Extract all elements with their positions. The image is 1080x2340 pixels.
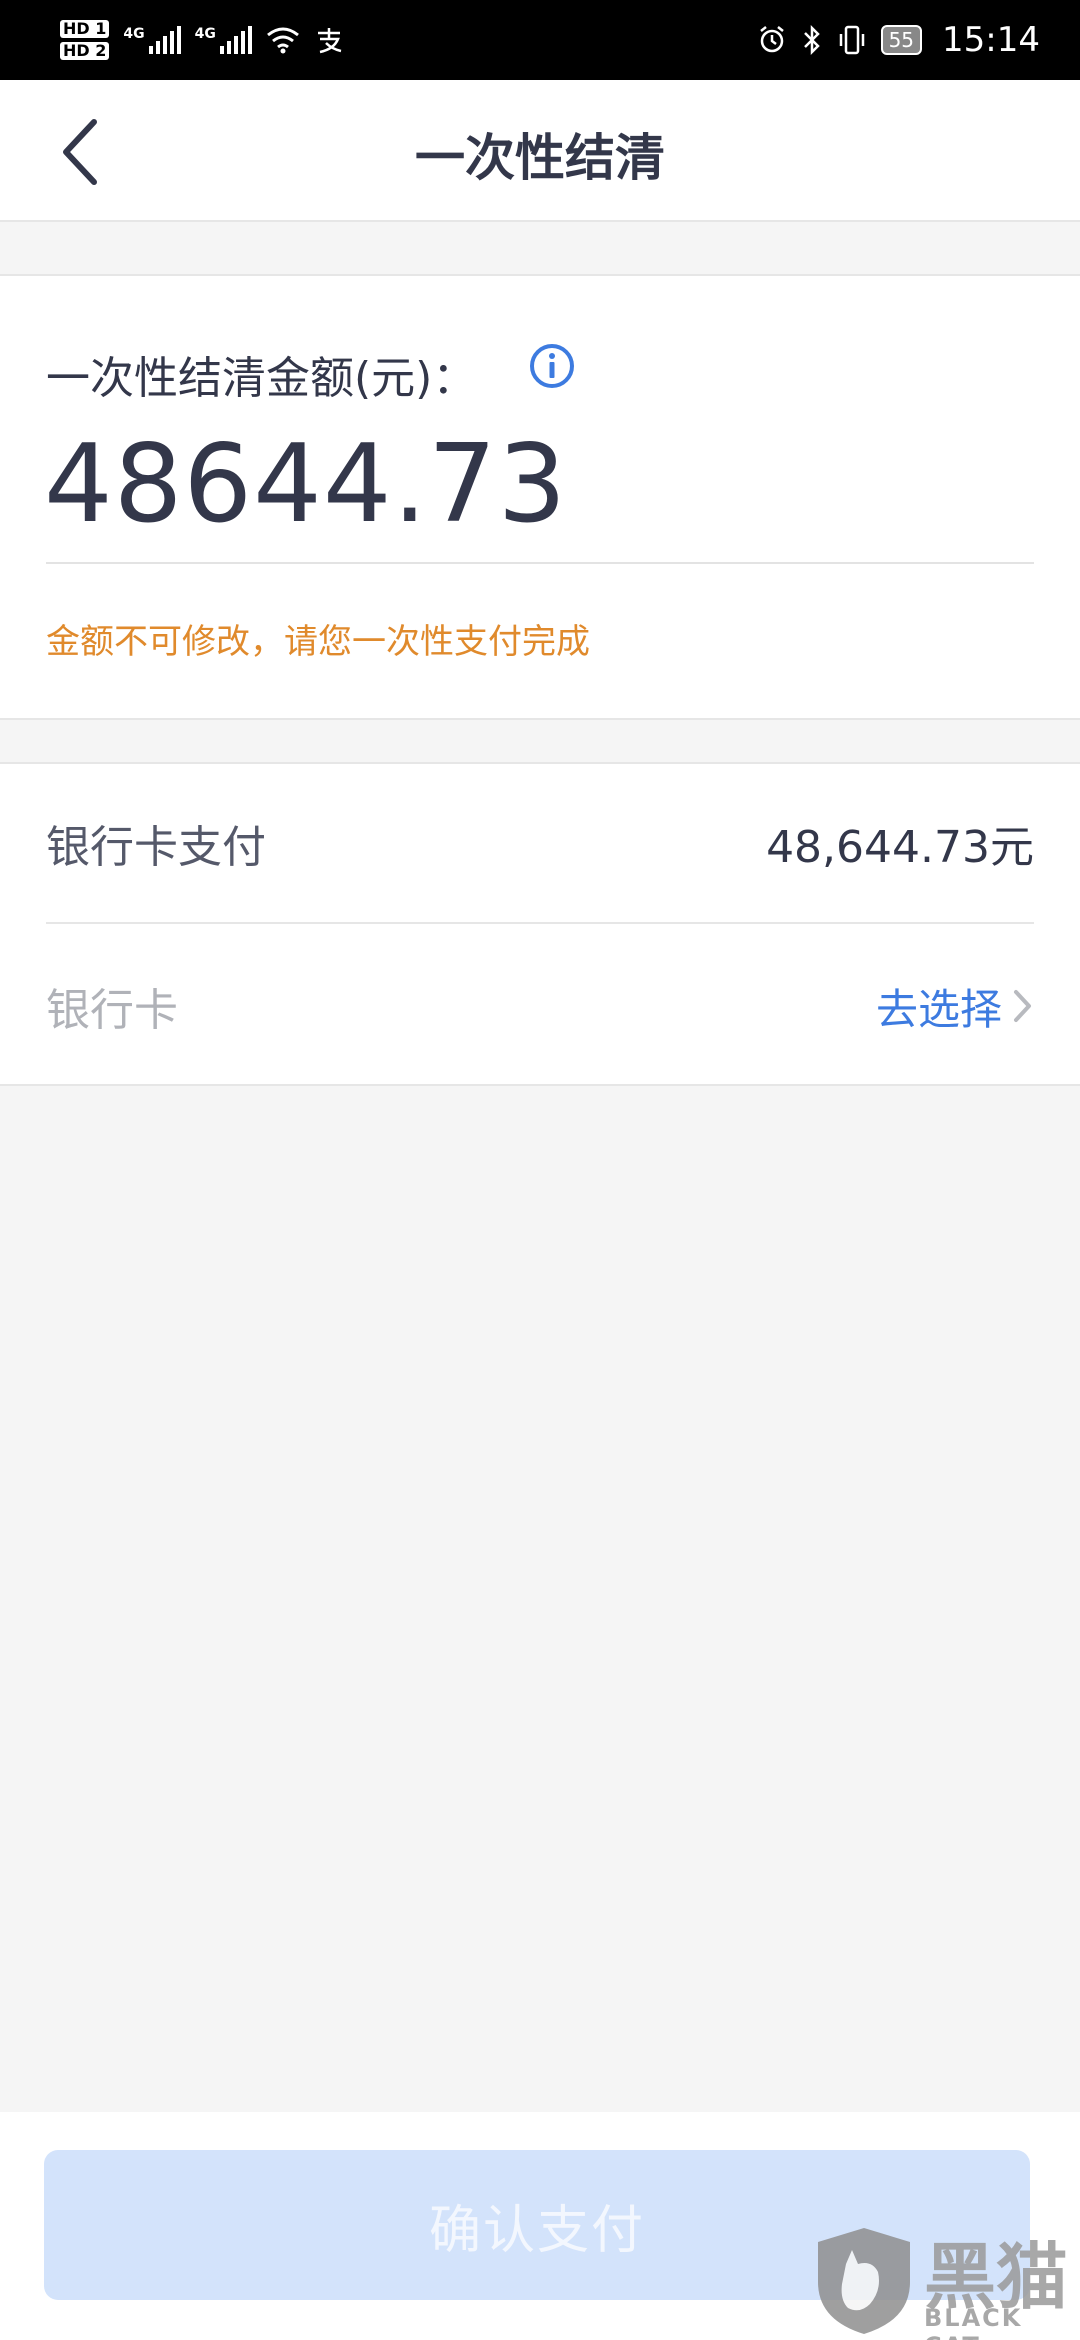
bank-card-label: 银行卡 (46, 985, 178, 1036)
amount-hint: 金额不可修改，请您一次性支付完成 (46, 622, 590, 662)
signal-bars-icon (219, 26, 252, 54)
hd2-badge: HD 2 (60, 42, 110, 60)
black-cat-logo-icon (818, 2228, 910, 2334)
hd-indicators: HD 1 HD 2 (60, 20, 110, 60)
network-type-1: 4G (123, 26, 145, 42)
choose-card-button[interactable]: 去选择 (876, 976, 1034, 1037)
vibrate-icon (839, 25, 864, 55)
chevron-right-icon (1014, 990, 1031, 1022)
amount-label: 一次性结清金额(元)： (46, 353, 477, 404)
battery-icon: 55 (880, 25, 923, 55)
payment-amount: 48,644.73元 (766, 822, 1034, 873)
divider (46, 562, 1034, 564)
clock: 15:14 (942, 20, 1040, 60)
choose-card-label: 去选择 (875, 984, 1002, 1034)
watermark-subtext: BLACK CAT (924, 2304, 1023, 2340)
alipay-icon (317, 28, 342, 54)
bluetooth-icon (803, 24, 820, 56)
wifi-icon (266, 27, 299, 54)
watermark: 黑猫 BLACK CAT (808, 2218, 1080, 2340)
payment-card: 银行卡支付 48,644.73元 银行卡 去选择 (0, 762, 1080, 1086)
amount-value: 48644.73 (44, 422, 568, 547)
amount-card: 一次性结清金额(元)： 48644.73 金额不可修改，请您一次性支付完成 (0, 274, 1080, 720)
network-type-2: 4G (194, 26, 216, 42)
signal-sim2: 4G (195, 26, 252, 54)
signal-bars-icon (148, 26, 181, 54)
nav-bar: 一次性结清 (0, 80, 1080, 222)
status-bar: HD 1 HD 2 4G 4G 55 15:14 (0, 0, 1080, 80)
page-title: 一次性结清 (415, 129, 665, 187)
status-left: HD 1 HD 2 4G 4G (60, 20, 344, 60)
signal-sim1: 4G (123, 26, 181, 54)
status-right: 55 15:14 (757, 20, 1040, 60)
payment-method-row: 银行卡支付 48,644.73元 (46, 764, 1034, 924)
bank-card-row[interactable]: 银行卡 去选择 (46, 926, 1034, 1086)
hd1-badge: HD 1 (60, 20, 110, 38)
page: HD 1 HD 2 4G 4G 55 15:14 一次性结清 一次性结清金额(元… (0, 0, 1080, 2340)
payment-method-label: 银行卡支付 (46, 822, 266, 873)
alarm-icon (759, 26, 784, 53)
info-icon[interactable] (528, 342, 576, 390)
